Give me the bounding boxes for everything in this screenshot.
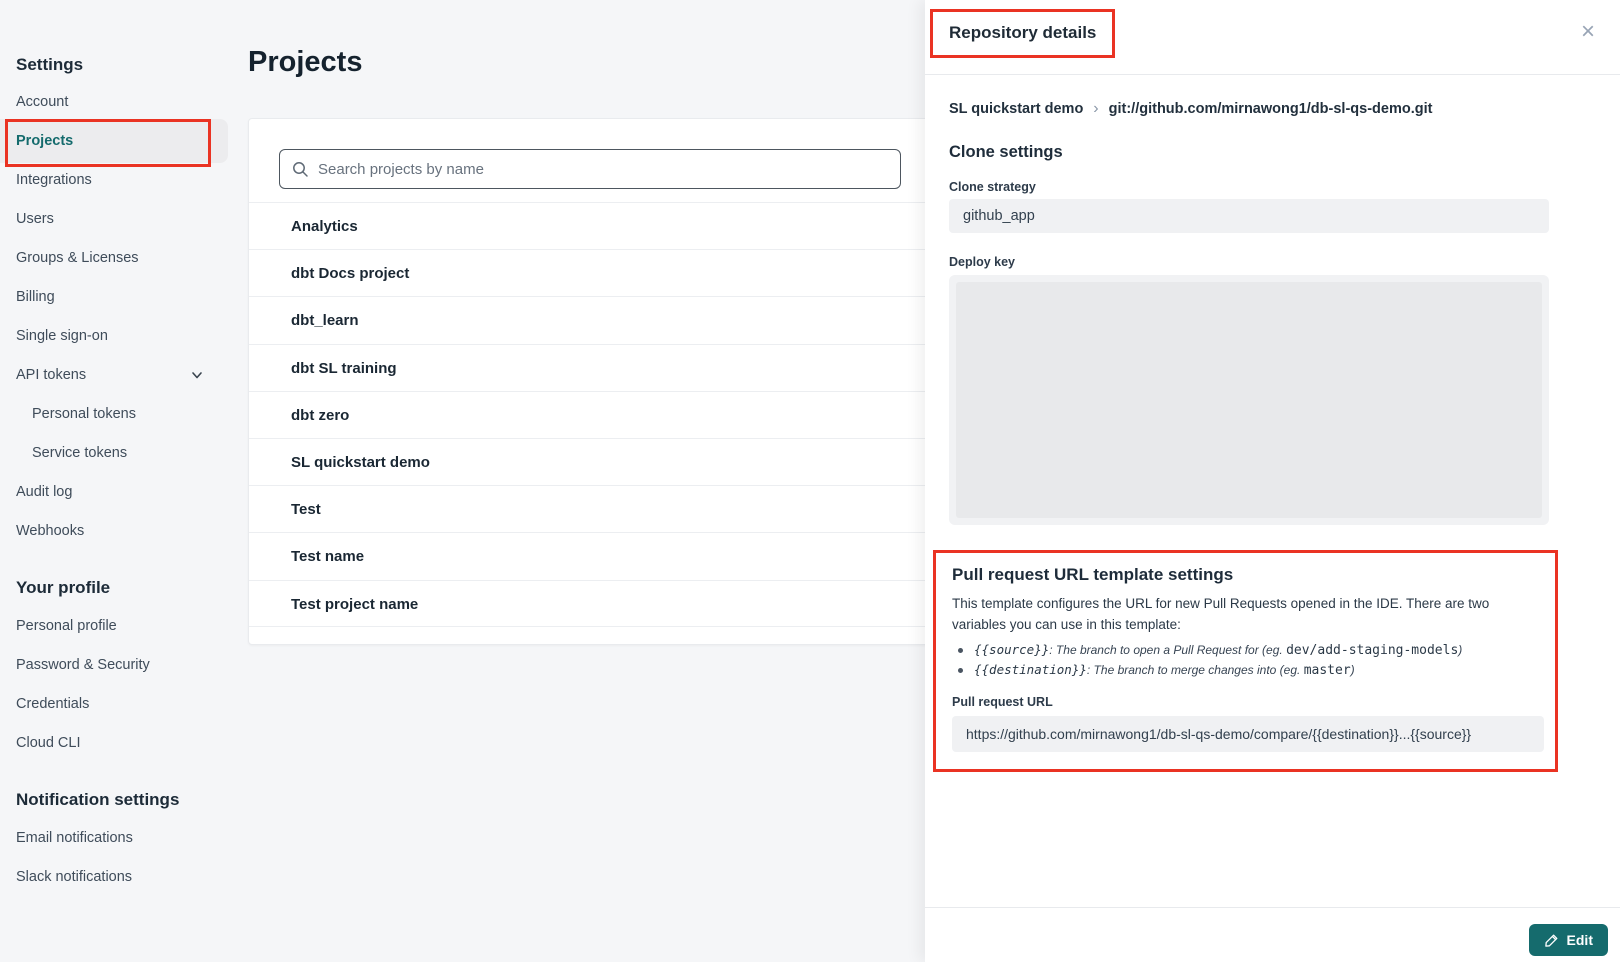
sidebar-item-api-tokens[interactable]: API tokens [0,355,240,394]
sidebar-item-single-sign-on[interactable]: Single sign-on [0,316,240,355]
sidebar-item-users[interactable]: Users [0,199,240,238]
project-row[interactable]: dbt_learn [249,296,939,343]
pr-variable-destination: {{destination}}: The branch to merge cha… [952,660,1539,680]
sidebar-heading-settings: Settings [0,48,240,82]
sidebar-item-cloud-cli[interactable]: Cloud CLI [0,723,240,762]
search-icon [292,161,309,178]
sidebar-item-webhooks[interactable]: Webhooks [0,511,240,550]
pr-template-variables: {{source}}: The branch to open a Pull Re… [952,640,1539,680]
edit-button[interactable]: Edit [1529,924,1608,956]
project-row[interactable]: SL quickstart demo [249,438,939,485]
project-list: Analytics dbt Docs project dbt_learn dbt… [249,202,939,627]
app-root: Settings Account Projects Integrations U… [0,0,1620,962]
pr-template-heading: Pull request URL template settings [952,565,1539,585]
chevron-down-icon [190,368,204,382]
deploy-key-redacted-value [956,282,1542,518]
sidebar-item-password-security[interactable]: Password & Security [0,645,240,684]
pr-variable-source: {{source}}: The branch to open a Pull Re… [952,640,1539,660]
sidebar-item-account[interactable]: Account [0,82,240,121]
project-row[interactable]: Test project name [249,580,939,627]
sidebar-heading-notification-settings: Notification settings [0,782,240,818]
breadcrumb: SL quickstart demo › git://github.com/mi… [949,99,1574,119]
clone-strategy-value: github_app [949,199,1549,233]
breadcrumb-project-name: SL quickstart demo [949,101,1083,117]
project-row[interactable]: Test [249,485,939,532]
close-icon[interactable]: × [1574,18,1602,46]
panel-title: Repository details [949,23,1096,43]
pr-url-value: https://github.com/mirnawong1/db-sl-qs-d… [952,716,1544,752]
project-row[interactable]: dbt Docs project [249,249,939,296]
sidebar-item-email-notifications[interactable]: Email notifications [0,818,240,857]
projects-card: Analytics dbt Docs project dbt_learn dbt… [248,118,940,645]
pr-url-label: Pull request URL [952,695,1539,710]
sidebar-item-projects[interactable]: Projects [0,119,228,163]
clone-settings-heading: Clone settings [949,143,1574,163]
repository-details-panel: Repository details × SL quickstart demo … [925,0,1620,962]
panel-body: SL quickstart demo › git://github.com/mi… [925,99,1574,772]
settings-sidebar: Settings Account Projects Integrations U… [0,0,240,962]
sidebar-item-slack-notifications[interactable]: Slack notifications [0,857,240,896]
sidebar-item-personal-profile[interactable]: Personal profile [0,606,240,645]
sidebar-item-integrations[interactable]: Integrations [0,160,240,199]
page-title: Projects [248,46,362,79]
breadcrumb-repo-url: git://github.com/mirnawong1/db-sl-qs-dem… [1109,101,1433,117]
sidebar-item-service-tokens[interactable]: Service tokens [0,433,240,472]
project-row[interactable]: Test name [249,532,939,579]
deploy-key-field [949,275,1549,525]
panel-header: Repository details × [925,0,1620,75]
pr-template-description: This template configures the URL for new… [952,593,1544,635]
sidebar-item-credentials[interactable]: Credentials [0,684,240,723]
deploy-key-label: Deploy key [949,255,1574,270]
clone-strategy-label: Clone strategy [949,180,1574,195]
project-search[interactable] [279,149,901,189]
panel-footer: Edit [925,907,1620,962]
sidebar-heading-your-profile: Your profile [0,570,240,606]
pencil-icon [1544,933,1559,948]
project-row[interactable]: dbt zero [249,391,939,438]
sidebar-item-audit-log[interactable]: Audit log [0,472,240,511]
project-row[interactable]: dbt SL training [249,344,939,391]
annotation-box-pr-template-section: Pull request URL template settings This … [933,550,1558,772]
sidebar-item-billing[interactable]: Billing [0,277,240,316]
breadcrumb-chevron-icon: › [1093,100,1098,118]
project-row[interactable]: Analytics [249,202,939,249]
sidebar-item-personal-tokens[interactable]: Personal tokens [0,394,240,433]
search-input[interactable] [318,161,888,178]
annotation-box-repository-details: Repository details [930,9,1115,58]
sidebar-item-groups-licenses[interactable]: Groups & Licenses [0,238,240,277]
